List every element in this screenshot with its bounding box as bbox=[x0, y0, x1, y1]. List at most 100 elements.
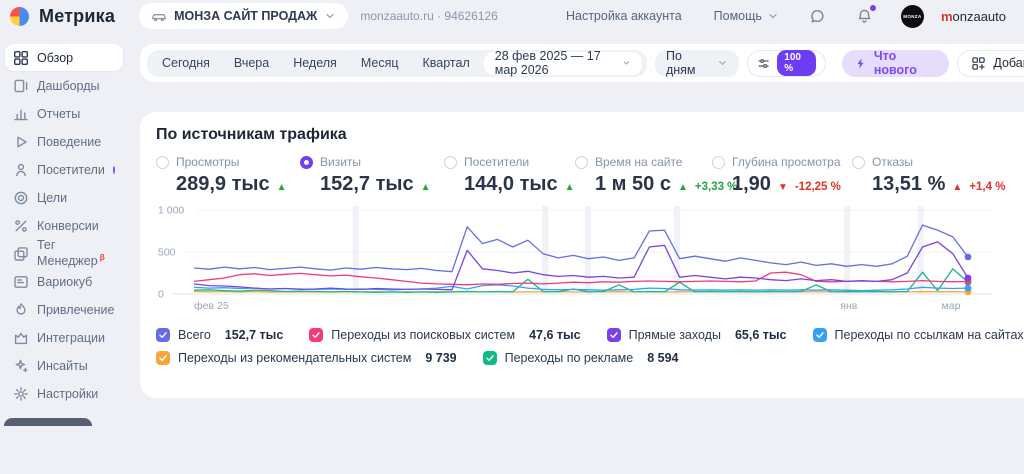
metric-radio[interactable] bbox=[300, 156, 313, 169]
metric-value: 13,51 % bbox=[872, 173, 945, 196]
sampling-badge: 100 % bbox=[777, 50, 816, 76]
tag-manager-icon bbox=[13, 246, 29, 262]
legend-item[interactable]: Переходы по рекламе 8 594 bbox=[483, 351, 679, 365]
trend-up-icon: ▲ bbox=[678, 182, 688, 193]
date-preset-button[interactable]: Сегодня bbox=[150, 56, 222, 70]
date-preset-button[interactable]: Квартал bbox=[411, 56, 482, 70]
help-label: Помощь bbox=[714, 9, 762, 23]
x-tick-label: янв bbox=[840, 300, 857, 312]
add-grid-icon bbox=[971, 56, 986, 71]
add-widget-button[interactable]: Добавить bbox=[957, 50, 1024, 77]
metric-value: 1,90 bbox=[732, 173, 771, 196]
legend-checkbox[interactable] bbox=[813, 328, 827, 342]
sidebar-bottom-banner[interactable] bbox=[4, 418, 92, 426]
sidebar-item-behavior-play[interactable]: Поведение bbox=[5, 128, 123, 155]
legend-checkbox[interactable] bbox=[607, 328, 621, 342]
avatar[interactable]: MONZA bbox=[901, 5, 924, 28]
sidebar-item-overview-grid[interactable]: Обзор bbox=[5, 44, 123, 71]
metric-tab[interactable]: Посетители 144,0 тыс▲ bbox=[444, 155, 575, 196]
sidebar-item-label: Конверсии bbox=[37, 219, 99, 233]
counter-selector[interactable]: МОНЗА САЙТ ПРОДАЖ bbox=[139, 3, 348, 29]
metric-label: Отказы bbox=[872, 155, 913, 169]
visitors-person-icon bbox=[13, 162, 29, 178]
metric-radio[interactable] bbox=[575, 156, 588, 169]
date-preset-button[interactable]: Вчера bbox=[222, 56, 281, 70]
sidebar-item-label: Привлечение bbox=[37, 303, 114, 317]
x-tick-label: мар bbox=[942, 300, 961, 312]
chart-area[interactable]: 0 500 1 000 фев 25 янв мар bbox=[156, 202, 1024, 319]
sidebar-item-settings-gear[interactable]: Настройки bbox=[5, 380, 123, 407]
behavior-play-icon bbox=[13, 134, 29, 150]
sidebar-item-reports[interactable]: Отчеты bbox=[5, 100, 123, 127]
trend-down-icon: ▼ bbox=[778, 182, 788, 193]
metric-radio[interactable] bbox=[444, 156, 457, 169]
reports-icon bbox=[13, 106, 29, 122]
legend-item[interactable]: Переходы из поисковых систем 47,6 тыс bbox=[309, 328, 580, 342]
granularity-label: По дням bbox=[666, 49, 710, 77]
series-line bbox=[194, 272, 968, 285]
legend-label: Всего bbox=[178, 328, 211, 342]
granularity-select[interactable]: По дням bbox=[655, 50, 739, 77]
legend-checkbox[interactable] bbox=[309, 328, 323, 342]
legend-value: 8 594 bbox=[647, 351, 678, 365]
metric-tab[interactable]: Глубина просмотра 1,90▼-12,25 % bbox=[712, 155, 852, 196]
metric-label: Глубина просмотра bbox=[732, 155, 841, 169]
metric-radio[interactable] bbox=[712, 156, 725, 169]
sidebar-item-attraction-flame[interactable]: Привлечение bbox=[5, 296, 123, 323]
sampling-button[interactable]: 100 % bbox=[747, 50, 826, 77]
y-tick-label: 0 bbox=[158, 289, 164, 301]
series-end-dot[interactable] bbox=[965, 254, 972, 261]
series-end-dot[interactable] bbox=[965, 285, 972, 292]
chat-button[interactable] bbox=[809, 8, 826, 25]
trend-up-icon: ▲ bbox=[565, 182, 575, 193]
metric-radio[interactable] bbox=[156, 156, 169, 169]
check-icon bbox=[158, 353, 168, 363]
metric-tab[interactable]: Просмотры 289,9 тыс▲ bbox=[156, 155, 300, 196]
sidebar-item-integrations[interactable]: Интеграции bbox=[5, 324, 123, 351]
chevron-down-icon bbox=[767, 10, 779, 22]
sidebar-item-variocube[interactable]: Вариокуб bbox=[5, 268, 123, 295]
sidebar-item-tag-manager[interactable]: Тег Менеджерβ bbox=[5, 240, 123, 267]
legend-checkbox[interactable] bbox=[156, 328, 170, 342]
legend-checkbox[interactable] bbox=[483, 351, 497, 365]
metric-tab[interactable]: Время на сайте 1 м 50 с▲+3,33 % bbox=[575, 155, 712, 196]
legend-value: 47,6 тыс bbox=[529, 328, 581, 342]
date-range-select[interactable]: 28 фев 2025 — 17 мар 2026 bbox=[484, 52, 642, 75]
legend-item[interactable]: Переходы по ссылкам на сайтах 12,4 тыс bbox=[813, 328, 1024, 342]
metric-label: Время на сайте bbox=[595, 155, 682, 169]
app-name[interactable]: Метрика bbox=[39, 6, 115, 27]
car-icon bbox=[151, 8, 167, 24]
legend-item[interactable]: Переходы из рекомендательных систем 9 73… bbox=[156, 351, 457, 365]
metric-tab[interactable]: Визиты 152,7 тыс▲ bbox=[300, 155, 444, 196]
sidebar-item-goals-target[interactable]: Цели bbox=[5, 184, 123, 211]
legend-checkbox[interactable] bbox=[156, 351, 170, 365]
metric-tabs: Просмотры 289,9 тыс▲Визиты 152,7 тыс▲Пос… bbox=[156, 155, 1024, 196]
whats-new-button[interactable]: Что нового bbox=[842, 50, 949, 77]
sidebar-item-label: Цели bbox=[37, 191, 67, 205]
y-tick-label: 500 bbox=[158, 247, 176, 259]
sidebar-item-insights-sparkle[interactable]: Инсайты bbox=[5, 352, 123, 379]
metric-value: 289,9 тыс bbox=[176, 173, 270, 196]
date-preset-button[interactable]: Месяц bbox=[349, 56, 411, 70]
date-preset-button[interactable]: Неделя bbox=[281, 56, 349, 70]
legend-item[interactable]: Всего 152,7 тыс bbox=[156, 328, 283, 342]
sidebar-item-visitors-person[interactable]: Посетители bbox=[5, 156, 123, 183]
traffic-line-chart[interactable]: 0 500 1 000 фев 25 янв мар bbox=[156, 202, 996, 314]
traffic-sources-card: По источникам трафика Просмотры 289,9 ты… bbox=[140, 112, 1024, 398]
sidebar-group-gap bbox=[5, 452, 123, 474]
x-tick-label: фев 25 bbox=[194, 300, 229, 312]
user-name[interactable]: monzaauto bbox=[941, 9, 1006, 24]
metric-radio[interactable] bbox=[852, 156, 865, 169]
top-header: Метрика МОНЗА САЙТ ПРОДАЖ monzaauto.ru ·… bbox=[0, 0, 1024, 32]
help-menu[interactable]: Помощь bbox=[714, 9, 779, 23]
account-settings-link[interactable]: Настройка аккаунта bbox=[566, 9, 682, 23]
series-end-dot[interactable] bbox=[965, 275, 972, 282]
sidebar: ОбзорДашбордыОтчетыПоведениеПосетители Це… bbox=[0, 32, 128, 426]
legend-value: 65,6 тыс bbox=[735, 328, 787, 342]
sidebar-item-conversions-percent[interactable]: Конверсии bbox=[5, 212, 123, 239]
y-tick-label: 1 000 bbox=[158, 205, 184, 217]
sidebar-item-dashboards[interactable]: Дашборды bbox=[5, 72, 123, 99]
notifications-button[interactable] bbox=[856, 8, 873, 25]
metric-tab[interactable]: Отказы 13,51 %▲+1,4 % bbox=[852, 155, 982, 196]
legend-item[interactable]: Прямые заходы 65,6 тыс bbox=[607, 328, 787, 342]
